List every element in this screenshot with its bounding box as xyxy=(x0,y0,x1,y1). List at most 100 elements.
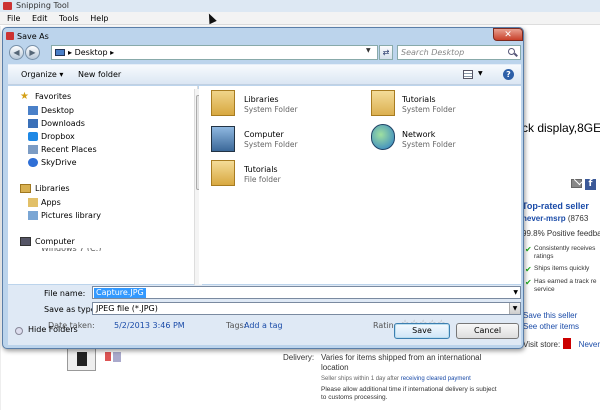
help-icon[interactable]: ? xyxy=(503,69,514,80)
back-button[interactable]: ◀ xyxy=(9,45,24,60)
new-folder-button[interactable]: New folder xyxy=(78,70,121,79)
file-name-dropdown-icon[interactable]: ▼ xyxy=(513,289,518,296)
organize-button[interactable]: Organize ▾ xyxy=(21,70,63,79)
seller-bullet: Ships items quickly xyxy=(534,265,590,272)
save-as-dialog: Save As ✕ ◀ ▶ ▸ Desktop ▸ ▼ ⇄ Search Des… xyxy=(2,27,524,349)
store-badge-icon xyxy=(563,338,571,349)
skydrive-icon xyxy=(28,158,38,167)
customs-note: Please allow additional time if internat… xyxy=(321,386,497,401)
file-name[interactable]: Tutorials xyxy=(402,95,436,104)
facebook-icon[interactable]: f xyxy=(585,179,596,190)
file-type: File folder xyxy=(244,175,281,184)
file-name[interactable]: Libraries xyxy=(244,95,279,104)
seller-name-link[interactable]: never-msrp xyxy=(522,214,566,223)
pictures-icon xyxy=(28,211,38,220)
file-type: System Folder xyxy=(402,105,456,114)
breadcrumb-arrow-icon[interactable]: ▸ xyxy=(108,48,114,57)
favorites-header[interactable]: Favorites xyxy=(35,92,71,101)
product-title: ck display,8GE xyxy=(522,121,600,135)
organize-label: Organize xyxy=(21,70,57,79)
visit-store-label: Visit store: xyxy=(523,340,561,349)
visit-store-line: Visit store: Never xyxy=(523,340,600,349)
file-type: System Folder xyxy=(402,140,456,149)
nav-item-drive[interactable]: Windows 7 (C:) xyxy=(41,248,101,251)
downloads-icon xyxy=(28,119,38,128)
user-folder-icon[interactable] xyxy=(371,90,395,116)
close-button[interactable]: ✕ xyxy=(493,28,523,41)
hide-folders-label: Hide Folders xyxy=(28,325,78,334)
see-other-items-link[interactable]: See other items xyxy=(523,322,579,331)
nav-item-skydrive[interactable]: SkyDrive xyxy=(41,158,77,167)
navigation-pane: ★ Favorites Desktop Downloads Dropbox Re… xyxy=(8,86,202,285)
folder-icon xyxy=(28,198,38,207)
libraries-icon[interactable] xyxy=(211,90,235,116)
nav-item-dropbox[interactable]: Dropbox xyxy=(41,132,75,141)
save-type-select[interactable]: JPEG file (*.JPG) ▼ xyxy=(92,302,521,315)
file-name[interactable]: Tutorials xyxy=(244,165,278,174)
nav-item-apps[interactable]: Apps xyxy=(41,198,61,207)
computer-header[interactable]: Computer xyxy=(35,237,75,246)
libraries-header[interactable]: Libraries xyxy=(35,184,70,193)
store-link[interactable]: Never xyxy=(579,340,600,349)
nav-item-recent-places[interactable]: Recent Places xyxy=(41,145,97,154)
search-input[interactable]: Search Desktop xyxy=(397,45,521,60)
file-name-label: File name: xyxy=(44,289,86,298)
nav-item-pictures[interactable]: Pictures library xyxy=(41,211,101,220)
cleared-payment-link[interactable]: receiving cleared payment xyxy=(401,376,471,382)
dialog-title: Save As xyxy=(17,32,49,41)
nav-item-desktop[interactable]: Desktop xyxy=(41,106,74,115)
seller-bullet: Consistently receives ratings xyxy=(534,245,596,260)
cancel-button[interactable]: Cancel xyxy=(456,323,519,339)
file-name[interactable]: Computer xyxy=(244,130,284,139)
nav-item-downloads[interactable]: Downloads xyxy=(41,119,85,128)
email-icon[interactable] xyxy=(571,179,582,188)
address-dropdown-icon[interactable]: ▼ xyxy=(366,47,371,54)
menu-help[interactable]: Help xyxy=(90,14,108,23)
add-tag-input[interactable]: Add a tag xyxy=(244,321,283,330)
file-type: System Folder xyxy=(244,140,298,149)
seller-count: (8763 xyxy=(567,214,589,223)
file-name[interactable]: Network xyxy=(402,130,435,139)
file-type: System Folder xyxy=(244,105,298,114)
save-seller-link[interactable]: Save this seller xyxy=(523,311,577,320)
recent-places-icon xyxy=(28,145,38,154)
address-location[interactable]: Desktop xyxy=(75,48,108,57)
positive-feedback: 99.8% Positive feedba xyxy=(522,229,600,238)
product-thumbnail[interactable] xyxy=(103,349,125,369)
check-icon: ✔ xyxy=(525,245,532,254)
view-options-icon[interactable] xyxy=(463,70,473,79)
network-icon[interactable] xyxy=(371,124,395,150)
top-rated-seller-label: Top-rated seller xyxy=(522,201,589,211)
snipping-tool-titlebar: Snipping Tool xyxy=(0,0,600,12)
scissors-icon xyxy=(3,2,12,10)
refresh-button[interactable]: ⇄ xyxy=(379,45,393,60)
menu-tools[interactable]: Tools xyxy=(59,14,79,23)
computer-icon xyxy=(20,237,31,246)
view-dropdown-icon[interactable]: ▼ xyxy=(478,70,483,77)
file-name-input[interactable]: Capture.JPG ▼ xyxy=(92,286,521,299)
menu-file[interactable]: File xyxy=(7,14,20,23)
file-list: Libraries System Folder Tutorials System… xyxy=(199,86,521,284)
file-name-value[interactable]: Capture.JPG xyxy=(94,288,146,298)
address-bar[interactable]: ▸ Desktop ▸ xyxy=(51,45,378,60)
save-button[interactable]: Save xyxy=(394,323,450,339)
seller-ships-text: Seller ships within 1 day after xyxy=(321,376,400,382)
save-type-dropdown-icon[interactable]: ▼ xyxy=(509,303,520,314)
desktop-icon xyxy=(55,49,65,56)
seller-name-line: never-msrp (8763 xyxy=(522,214,588,223)
snipping-tool-menubar: File Edit Tools Help xyxy=(0,12,600,25)
date-taken-value[interactable]: 5/2/2013 3:46 PM xyxy=(114,321,185,330)
check-icon: ✔ xyxy=(525,265,532,274)
menu-edit[interactable]: Edit xyxy=(32,14,48,23)
delivery-value: Varies for items shipped from an interna… xyxy=(321,353,482,372)
product-thumbnail[interactable] xyxy=(67,347,96,371)
dropbox-icon xyxy=(28,132,38,141)
hide-folders-button[interactable]: Hide Folders xyxy=(15,325,78,334)
scissors-icon xyxy=(6,32,14,40)
search-icon[interactable] xyxy=(508,48,515,55)
folder-icon[interactable] xyxy=(211,160,235,186)
forward-button[interactable]: ▶ xyxy=(25,45,40,60)
save-type-value[interactable]: JPEG file (*.JPG) xyxy=(96,304,158,313)
computer-icon[interactable] xyxy=(211,126,235,152)
check-icon: ✔ xyxy=(525,278,532,287)
